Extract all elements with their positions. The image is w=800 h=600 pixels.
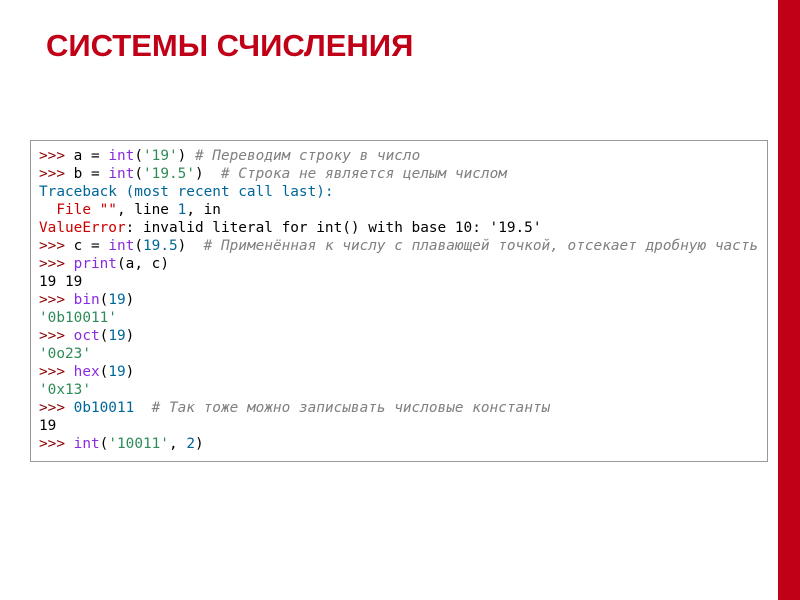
number-lit: 19 bbox=[108, 328, 125, 344]
paren: ( bbox=[134, 148, 143, 164]
accent-sidebar bbox=[778, 0, 800, 600]
number-lit: 19.5 bbox=[143, 238, 178, 254]
traceback-line: , line bbox=[117, 202, 178, 218]
slide: СИСТЕМЫ СЧИСЛЕНИЯ >>> a = int('19') # Пе… bbox=[0, 0, 800, 600]
number-lit: 19 bbox=[108, 292, 125, 308]
string-lit: '19' bbox=[143, 148, 178, 164]
traceback-header: Traceback (most recent call last): bbox=[39, 184, 334, 200]
comment: # Применённая к числу с плавающей точкой… bbox=[204, 238, 759, 254]
paren: ) bbox=[178, 148, 195, 164]
paren: ) bbox=[195, 436, 204, 452]
number-lit: 2 bbox=[186, 436, 195, 452]
paren: ) bbox=[195, 166, 221, 182]
sep: , bbox=[169, 436, 186, 452]
sp bbox=[134, 400, 151, 416]
paren: ) bbox=[126, 328, 135, 344]
op: = bbox=[82, 148, 108, 164]
prompt: >>> bbox=[39, 148, 74, 164]
fn: print bbox=[74, 256, 117, 272]
comment: # Переводим строку в число bbox=[195, 148, 420, 164]
slide-title: СИСТЕМЫ СЧИСЛЕНИЯ bbox=[0, 0, 800, 64]
fn: hex bbox=[74, 364, 100, 380]
fn: bin bbox=[74, 292, 100, 308]
paren: ( bbox=[134, 238, 143, 254]
error-msg: : invalid literal for int() with base 10… bbox=[126, 220, 542, 236]
fn: oct bbox=[74, 328, 100, 344]
fn: int bbox=[108, 238, 134, 254]
output: 19 19 bbox=[39, 274, 82, 290]
paren: ) bbox=[178, 238, 204, 254]
prompt: >>> bbox=[39, 364, 74, 380]
string-lit: '19.5' bbox=[143, 166, 195, 182]
op: = bbox=[82, 238, 108, 254]
prompt: >>> bbox=[39, 436, 74, 452]
traceback-lineno: 1 bbox=[178, 202, 187, 218]
output: '0o23' bbox=[39, 346, 91, 362]
output: '0b10011' bbox=[39, 310, 117, 326]
fn: int bbox=[74, 436, 100, 452]
prompt: >>> bbox=[39, 292, 74, 308]
traceback-file: File "" bbox=[39, 202, 117, 218]
prompt: >>> bbox=[39, 400, 74, 416]
string-lit: '10011' bbox=[108, 436, 169, 452]
paren: ) bbox=[126, 292, 135, 308]
comment: # Так тоже можно записывать числовые кон… bbox=[152, 400, 551, 416]
paren: ( bbox=[117, 256, 126, 272]
op: = bbox=[82, 166, 108, 182]
paren: ) bbox=[126, 364, 135, 380]
error-name: ValueError bbox=[39, 220, 126, 236]
number-lit: 0b10011 bbox=[74, 400, 135, 416]
comment: # Строка не является целым числом bbox=[221, 166, 507, 182]
traceback-in: , in bbox=[186, 202, 221, 218]
output: '0x13' bbox=[39, 382, 91, 398]
number-lit: 19 bbox=[108, 364, 125, 380]
sep: , bbox=[134, 256, 151, 272]
prompt: >>> bbox=[39, 256, 74, 272]
fn: int bbox=[108, 166, 134, 182]
output: 19 bbox=[39, 418, 56, 434]
fn: int bbox=[108, 148, 134, 164]
prompt: >>> bbox=[39, 166, 74, 182]
code-block: >>> a = int('19') # Переводим строку в ч… bbox=[30, 140, 768, 462]
paren: ( bbox=[134, 166, 143, 182]
prompt: >>> bbox=[39, 238, 74, 254]
prompt: >>> bbox=[39, 328, 74, 344]
paren: ) bbox=[160, 256, 169, 272]
